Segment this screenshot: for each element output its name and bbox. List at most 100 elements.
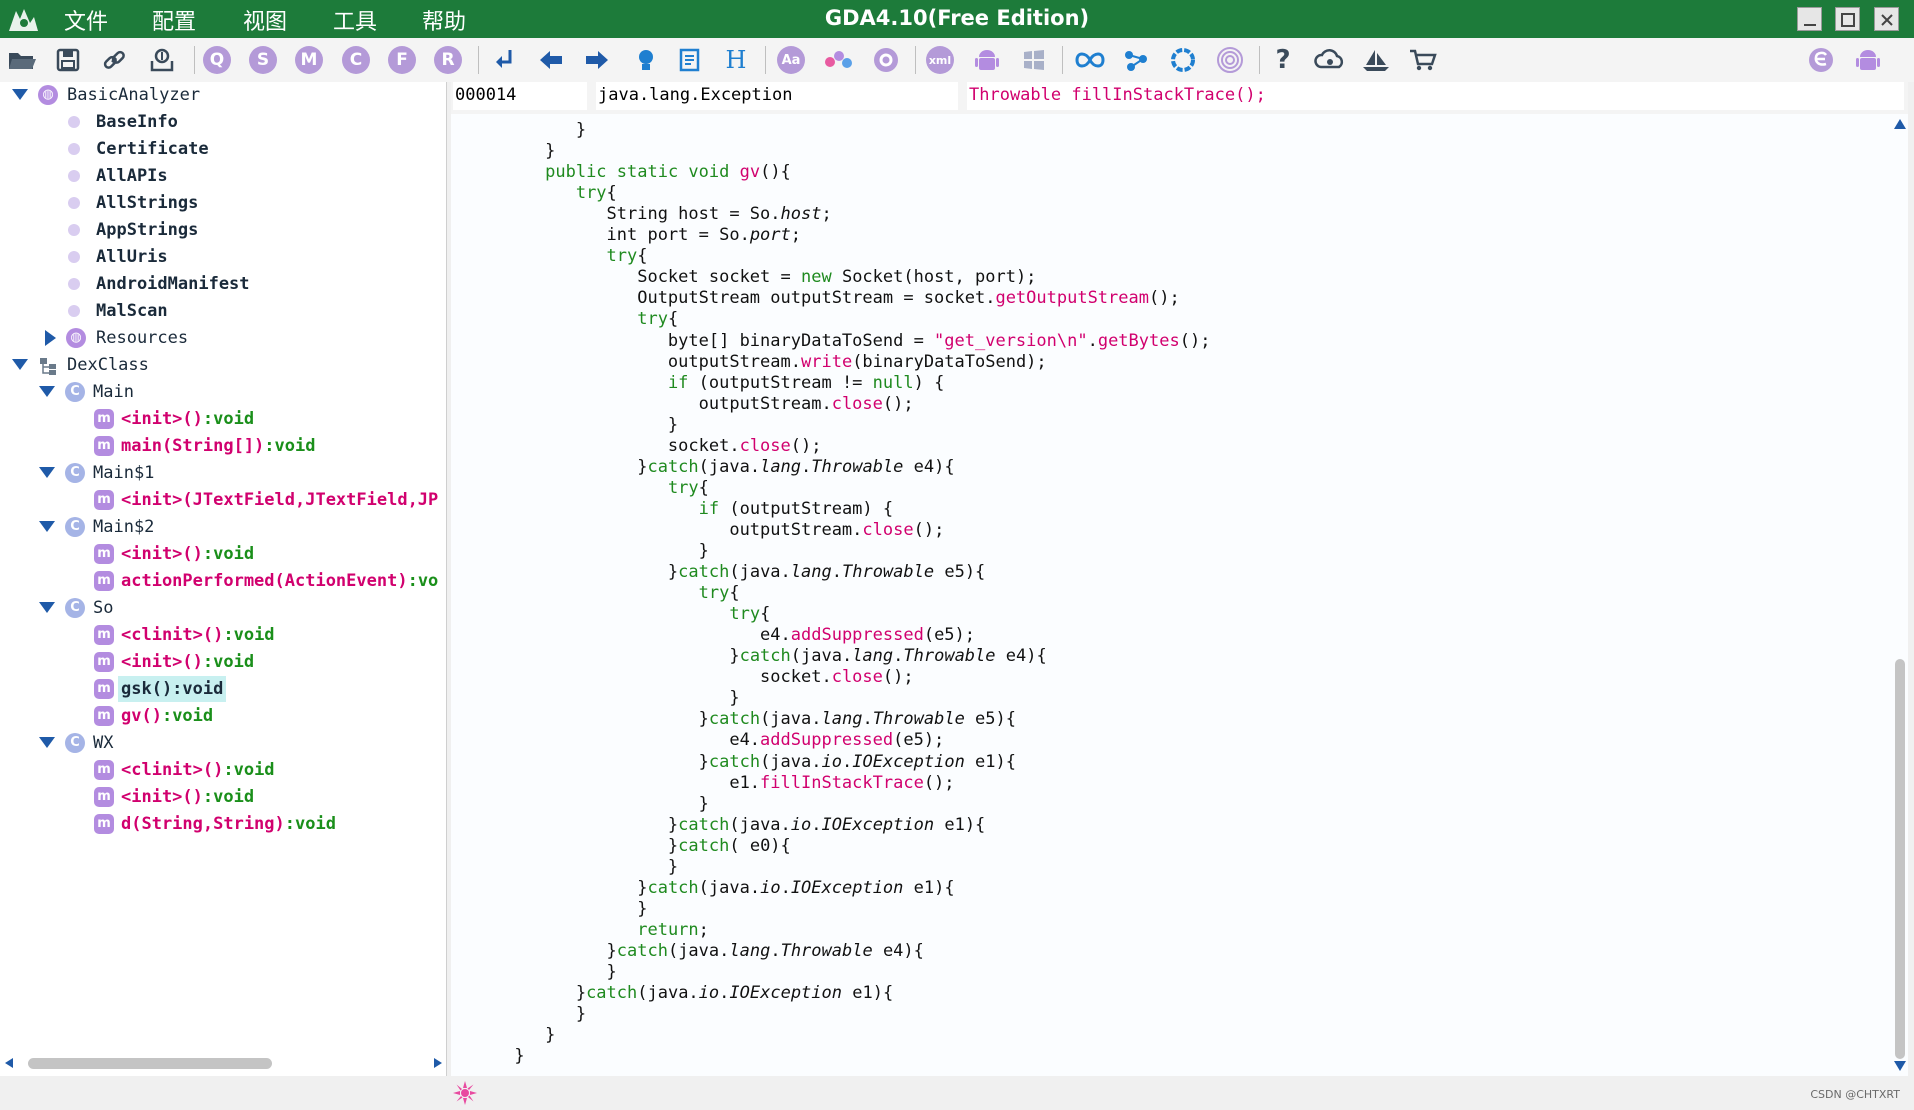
tree-item-alluris[interactable]: AllUris bbox=[0, 244, 446, 270]
code-token: lang bbox=[729, 940, 771, 961]
code-token: catch bbox=[586, 983, 638, 1004]
menu-tools[interactable]: 工具 bbox=[333, 4, 377, 36]
tree-method[interactable]: m <init>(JTextField,JTextField,JP bbox=[0, 487, 446, 513]
infinity-button[interactable] bbox=[1073, 44, 1105, 76]
android-right-icon bbox=[1856, 50, 1880, 70]
collapse-arrow-icon[interactable] bbox=[12, 359, 28, 370]
search-q-button[interactable]: Q bbox=[201, 44, 233, 76]
resources-icon: ◍ bbox=[66, 328, 86, 348]
expand-arrow-icon[interactable] bbox=[45, 330, 56, 346]
tree-method-selected[interactable]: m gsk():void bbox=[0, 676, 446, 702]
close-icon bbox=[1881, 14, 1893, 26]
close-button[interactable] bbox=[1874, 7, 1899, 31]
menu-help[interactable]: 帮助 bbox=[422, 4, 466, 36]
menu-view[interactable]: 视图 bbox=[243, 4, 287, 36]
tree-method[interactable]: m d(String,String):void bbox=[0, 811, 446, 837]
font-button[interactable]: Aa bbox=[775, 44, 807, 76]
tree-item-baseinfo[interactable]: BaseInfo bbox=[0, 109, 446, 135]
cloud-button[interactable] bbox=[1313, 44, 1345, 76]
code-token: } bbox=[453, 1004, 587, 1025]
tree-method[interactable]: m <init>():void bbox=[0, 784, 446, 810]
tree-label: Certificate bbox=[96, 139, 209, 159]
menu-file[interactable]: 文件 bbox=[64, 4, 108, 36]
tree-method[interactable]: m <clinit>():void bbox=[0, 622, 446, 648]
tree-hscroll-thumb[interactable] bbox=[28, 1058, 272, 1069]
graph-button[interactable] bbox=[822, 44, 854, 76]
search-field-button[interactable]: F bbox=[386, 44, 418, 76]
search-resource-button[interactable]: R bbox=[432, 44, 464, 76]
fingerprint-button[interactable] bbox=[1214, 44, 1246, 76]
collapse-arrow-icon[interactable] bbox=[39, 386, 55, 397]
circle-button[interactable] bbox=[1167, 44, 1199, 76]
hex-button[interactable]: H bbox=[720, 44, 752, 76]
back-button[interactable] bbox=[535, 44, 567, 76]
method-icon: m bbox=[94, 490, 114, 510]
tree-method[interactable]: m <init>():void bbox=[0, 406, 446, 432]
ship-button[interactable] bbox=[1360, 44, 1392, 76]
collapse-arrow-icon[interactable] bbox=[12, 89, 28, 100]
menu-config[interactable]: 配置 bbox=[152, 4, 196, 36]
android-button[interactable] bbox=[971, 44, 1003, 76]
code-token: { bbox=[606, 183, 617, 204]
call-field[interactable]: Throwable fillInStackTrace(); bbox=[967, 82, 1904, 110]
search-method-button[interactable]: M bbox=[293, 44, 325, 76]
offset-field[interactable]: 000014 bbox=[453, 82, 587, 110]
type-field[interactable]: java.lang.Exception bbox=[596, 82, 958, 110]
windows-button[interactable] bbox=[1018, 44, 1050, 76]
tree-item-malscan[interactable]: MalScan bbox=[0, 298, 446, 324]
code-token: if bbox=[667, 372, 689, 393]
tree-method[interactable]: m <init>():void bbox=[0, 649, 446, 675]
forward-button[interactable] bbox=[581, 44, 613, 76]
tree-item-appstrings[interactable]: AppStrings bbox=[0, 217, 446, 243]
scroll-right-icon[interactable] bbox=[432, 1057, 444, 1069]
code-vscrollbar[interactable] bbox=[1891, 114, 1908, 1076]
tree-item-allstrings[interactable]: AllStrings bbox=[0, 190, 446, 216]
tree-node-dexclass[interactable]: DexClass bbox=[0, 352, 446, 378]
e-button[interactable] bbox=[1805, 44, 1837, 76]
export-button[interactable] bbox=[146, 44, 178, 76]
tree-node-basicanalyzer[interactable]: ◍ BasicAnalyzer bbox=[0, 82, 446, 108]
collapse-arrow-icon[interactable] bbox=[39, 602, 55, 613]
tree-item-androidmanifest[interactable]: AndroidManifest bbox=[0, 271, 446, 297]
code-vscroll-thumb[interactable] bbox=[1895, 659, 1905, 1059]
tree-method[interactable]: m actionPerformed(ActionEvent):vo bbox=[0, 568, 446, 594]
scroll-down-icon[interactable] bbox=[1893, 1060, 1907, 1072]
search-string-button[interactable]: S bbox=[247, 44, 279, 76]
tree-class-main1[interactable]: C Main$1 bbox=[0, 460, 446, 486]
save-button[interactable] bbox=[52, 44, 84, 76]
tree-class-so[interactable]: C So bbox=[0, 595, 446, 621]
tree-class-main[interactable]: C Main bbox=[0, 379, 446, 405]
font-icon: Aa bbox=[777, 46, 805, 74]
tree-method[interactable]: m <clinit>():void bbox=[0, 757, 446, 783]
scroll-up-icon[interactable] bbox=[1893, 118, 1907, 130]
tree-method[interactable]: m gv():void bbox=[0, 703, 446, 729]
search-class-button[interactable]: C bbox=[340, 44, 372, 76]
collapse-arrow-icon[interactable] bbox=[39, 737, 55, 748]
share-button[interactable] bbox=[1120, 44, 1152, 76]
collapse-arrow-icon[interactable] bbox=[39, 521, 55, 532]
cart-button[interactable] bbox=[1407, 44, 1439, 76]
minimize-button[interactable] bbox=[1797, 7, 1822, 31]
collapse-arrow-icon[interactable] bbox=[39, 467, 55, 478]
scroll-left-icon[interactable] bbox=[3, 1057, 15, 1069]
goto-button[interactable] bbox=[489, 44, 521, 76]
tree-item-certificate[interactable]: Certificate bbox=[0, 136, 446, 162]
report-button[interactable] bbox=[674, 44, 706, 76]
tree-method[interactable]: m main(String[]):void bbox=[0, 433, 446, 459]
tree-node-resources[interactable]: ◍ Resources bbox=[0, 325, 446, 351]
tree-method[interactable]: m <init>():void bbox=[0, 541, 446, 567]
settings-button[interactable] bbox=[870, 44, 902, 76]
bulb-button[interactable] bbox=[630, 44, 662, 76]
open-button[interactable] bbox=[6, 44, 38, 76]
code-editor[interactable]: } } public static void gv(){ try{ String… bbox=[451, 114, 1891, 1076]
tree-class-wx[interactable]: C WX bbox=[0, 730, 446, 756]
link-button[interactable] bbox=[98, 44, 130, 76]
help-button[interactable]: ? bbox=[1267, 44, 1299, 76]
android-right-button[interactable] bbox=[1852, 44, 1884, 76]
tree-item-allapis[interactable]: AllAPIs bbox=[0, 163, 446, 189]
tree-class-main2[interactable]: C Main$2 bbox=[0, 514, 446, 540]
tree-hscrollbar[interactable] bbox=[0, 1052, 446, 1074]
xml-button[interactable]: xml bbox=[924, 44, 956, 76]
maximize-button[interactable] bbox=[1835, 7, 1860, 31]
